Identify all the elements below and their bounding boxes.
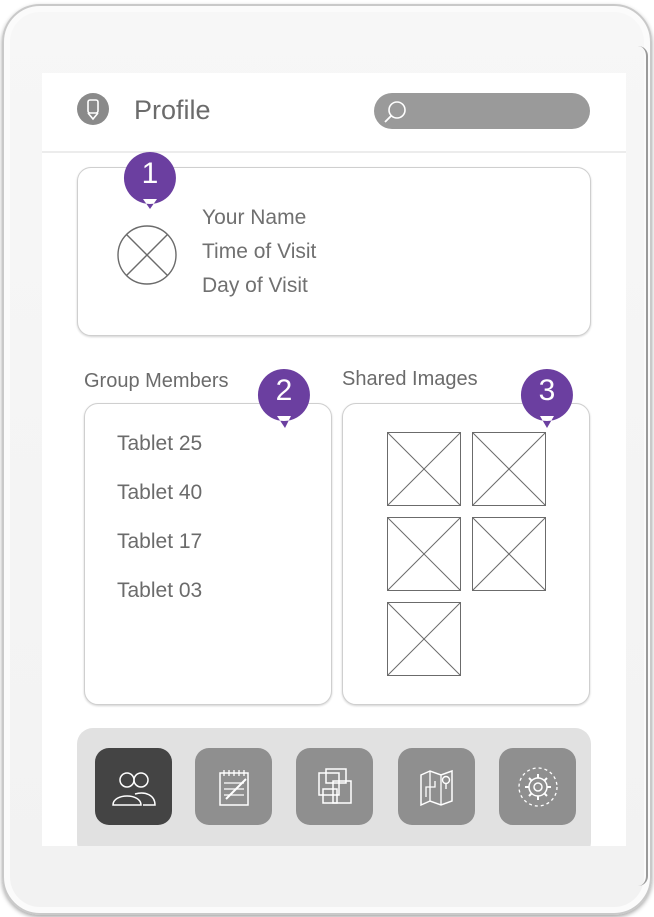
- gallery-icon: [317, 767, 352, 804]
- header-bar: Profile: [42, 73, 626, 153]
- nav-map-button[interactable]: [398, 748, 475, 825]
- group-icon: [111, 771, 156, 806]
- nav-settings-button[interactable]: [499, 748, 576, 825]
- shared-images-grid: [342, 403, 590, 705]
- settings-icon: [517, 766, 558, 807]
- member-item[interactable]: Tablet 25: [117, 432, 202, 456]
- profile-day: Day of Visit: [202, 274, 308, 297]
- member-item[interactable]: Tablet 40: [117, 481, 202, 505]
- nav-gallery-button[interactable]: [296, 748, 373, 825]
- group-members-label: Group Members: [84, 370, 229, 392]
- member-item[interactable]: Tablet 03: [117, 579, 202, 603]
- nav-group-button[interactable]: [95, 748, 172, 825]
- search-input[interactable]: [374, 93, 590, 129]
- profile-time: Time of Visit: [202, 240, 317, 263]
- image-placeholder[interactable]: [387, 517, 461, 591]
- annotation-badge-2: 2: [255, 366, 313, 428]
- annotation-badge-1: 1: [121, 149, 179, 209]
- image-placeholder[interactable]: [472, 517, 546, 591]
- annotation-badge-3: 3: [518, 366, 576, 428]
- image-placeholder[interactable]: [387, 432, 461, 506]
- nav-notes-button[interactable]: [195, 748, 272, 825]
- search-icon: [384, 101, 406, 123]
- member-item[interactable]: Tablet 17: [117, 530, 202, 554]
- image-placeholder[interactable]: [472, 432, 546, 506]
- shared-images-label: Shared Images: [342, 368, 478, 390]
- page-title: Profile: [134, 95, 211, 125]
- map-icon: [419, 769, 453, 806]
- bottom-nav: [77, 728, 591, 846]
- avatar-placeholder-icon: [117, 225, 177, 285]
- app-logo-icon: [77, 93, 109, 125]
- notes-icon: [218, 769, 249, 806]
- tablet-edge: [638, 46, 648, 886]
- profile-name: Your Name: [202, 206, 307, 229]
- image-placeholder[interactable]: [387, 602, 461, 676]
